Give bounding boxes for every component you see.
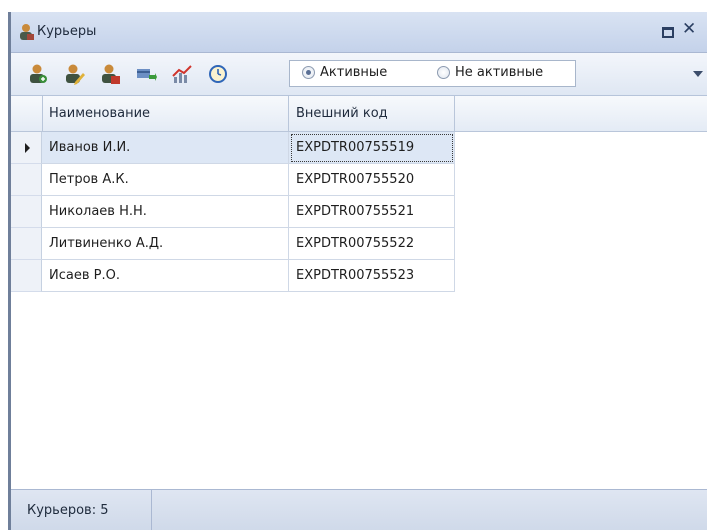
clock-icon[interactable] [207, 63, 229, 85]
active-radio-label: Активные [320, 65, 388, 80]
couriers-grid: Наименование Внешний код Иванов И.И. EXP… [11, 96, 707, 489]
cell-name[interactable]: Николаев Н.Н. [42, 196, 289, 228]
cell-external-code[interactable]: EXPDTR00755522 [289, 228, 455, 260]
chart-icon[interactable] [171, 63, 193, 85]
toolbar-overflow-button[interactable] [693, 71, 703, 77]
table-row[interactable]: Николаев Н.Н. EXPDTR00755521 [11, 196, 455, 228]
grid-header: Наименование Внешний код [11, 96, 707, 132]
window-title: Курьеры [37, 24, 97, 39]
table-row[interactable]: Исаев Р.О. EXPDTR00755523 [11, 260, 455, 292]
status-panel: Курьеров: 5 [11, 490, 152, 530]
row-indicator [11, 228, 42, 260]
title-bar: Курьеры ✕ [11, 12, 707, 53]
active-radio-dot [302, 66, 315, 79]
row-indicator [11, 260, 42, 292]
courier-transfer-icon[interactable] [135, 63, 157, 85]
cell-name[interactable]: Исаев Р.О. [42, 260, 289, 292]
active-radio[interactable]: Активные [302, 65, 387, 80]
status-bar: Курьеров: 5 [11, 489, 707, 530]
table-row[interactable]: Литвиненко А.Д. EXPDTR00755522 [11, 228, 455, 260]
toolbar: Активные Не активные [11, 53, 707, 96]
courier-edit-icon[interactable] [63, 63, 85, 85]
courier-add-icon[interactable] [27, 63, 49, 85]
row-indicator [11, 132, 42, 164]
cell-external-code[interactable]: EXPDTR00755523 [289, 260, 455, 292]
row-indicator [11, 164, 42, 196]
cell-external-code[interactable]: EXPDTR00755521 [289, 196, 455, 228]
column-header-external-code[interactable]: Внешний код [289, 96, 455, 131]
cell-name[interactable]: Иванов И.И. [42, 132, 289, 164]
courier-delete-icon[interactable] [99, 63, 121, 85]
cell-external-code[interactable]: EXPDTR00755520 [289, 164, 455, 196]
courier-count: Курьеров: 5 [27, 503, 109, 518]
row-indicator [11, 196, 42, 228]
grid-corner [11, 96, 43, 131]
cell-name[interactable]: Петров А.К. [42, 164, 289, 196]
inactive-radio-label: Не активные [455, 65, 544, 80]
cell-name[interactable]: Литвиненко А.Д. [42, 228, 289, 260]
status-filter-group: Активные Не активные [289, 60, 576, 87]
inactive-radio-dot [437, 66, 450, 79]
table-row[interactable]: Иванов И.И. EXPDTR00755519 [11, 132, 455, 164]
cell-external-code[interactable]: EXPDTR00755519 [289, 132, 455, 164]
column-header-name[interactable]: Наименование [42, 96, 289, 131]
courier-icon [17, 23, 35, 41]
close-window-button[interactable]: ✕ [682, 19, 696, 39]
couriers-window: Курьеры ✕ Активные Не активные Наименова… [8, 12, 707, 530]
table-row[interactable]: Петров А.К. EXPDTR00755520 [11, 164, 455, 196]
current-row-arrow-icon [25, 143, 30, 153]
inactive-radio[interactable]: Не активные [437, 65, 543, 80]
restore-window-button[interactable] [662, 27, 674, 38]
